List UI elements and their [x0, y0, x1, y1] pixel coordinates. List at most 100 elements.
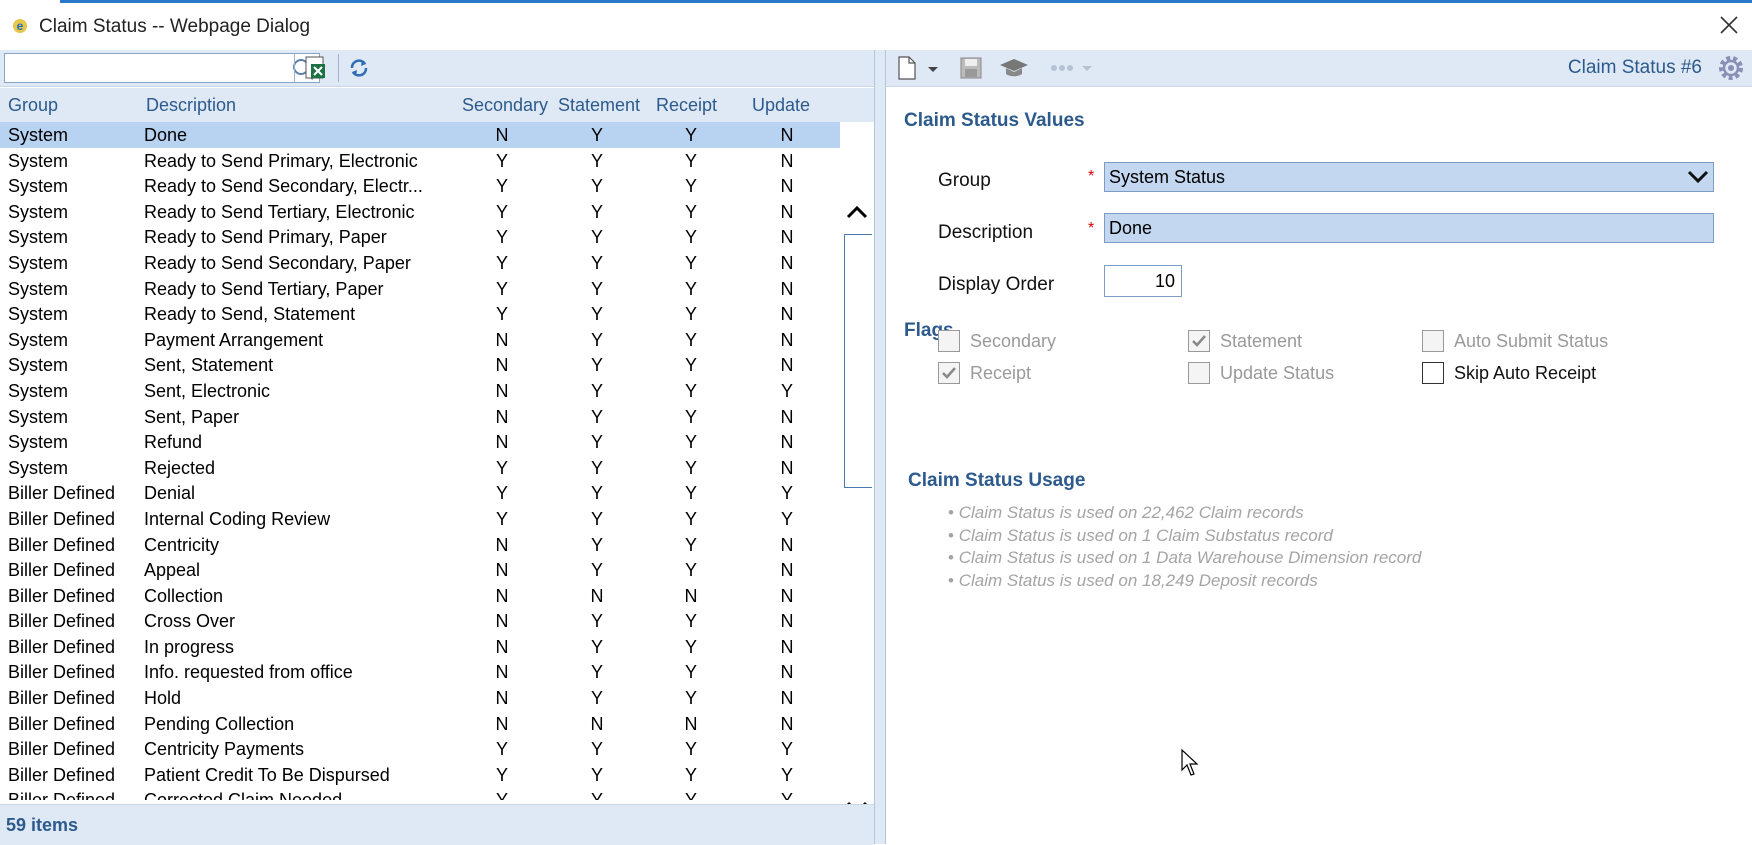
table-row[interactable]: Biller Defined Pending Collection N N N N	[0, 711, 840, 737]
row-receipt-cell: Y	[684, 739, 697, 760]
row-description-cell: Refund	[144, 432, 203, 453]
row-receipt-cell: Y	[684, 790, 698, 800]
table-row[interactable]: System Ready to Send Secondary, Paper Y Y Y N	[0, 250, 840, 276]
search-input[interactable]	[9, 55, 283, 83]
row-description-cell: Appeal	[144, 560, 201, 581]
table-row[interactable]: System Ready to Send Secondary, Electr...…	[0, 173, 840, 199]
values-section-header: Claim Status Values	[904, 110, 1085, 131]
row-description-cell: Ready to Send Secondary, Electr...	[144, 176, 423, 197]
table-row[interactable]: System Sent, Statement N Y Y N	[0, 352, 840, 378]
save-button[interactable]	[956, 54, 986, 82]
table-row[interactable]: Biller Defined Appeal N Y Y N	[0, 557, 840, 583]
row-secondary-cell: Y	[495, 739, 508, 760]
flag-checkbox[interactable]	[938, 362, 960, 384]
table-row[interactable]: System Ready to Send, Statement Y Y Y N	[0, 301, 840, 327]
table-row[interactable]: System Ready to Send Primary, Paper Y Y Y N	[0, 224, 840, 250]
table-row[interactable]: System Sent, Paper N Y Y N	[0, 404, 840, 430]
row-receipt-cell: Y	[684, 150, 697, 171]
row-receipt-cell: Y	[684, 688, 697, 709]
row-description-cell: Ready to Send Secondary, Paper	[144, 252, 411, 273]
row-statement-cell: N	[590, 713, 604, 734]
row-update-cell: Y	[780, 764, 793, 785]
flag-checkbox[interactable]	[1422, 330, 1444, 352]
table-row[interactable]: System Ready to Send Tertiary, Paper Y Y Y N	[0, 276, 840, 302]
row-statement-cell: Y	[590, 457, 603, 478]
description-field[interactable]	[1104, 213, 1714, 243]
row-statement-cell: Y	[590, 176, 603, 197]
table-row[interactable]: System Rejected Y Y Y N	[0, 455, 840, 481]
column-header-group[interactable]: Group	[8, 95, 58, 116]
column-header-secondary[interactable]: Secondary	[462, 95, 552, 116]
row-secondary-cell: Y	[495, 150, 508, 171]
row-group-cell: Biller Defined	[8, 739, 116, 760]
table-row[interactable]: Biller Defined Collection N N N N	[0, 583, 840, 609]
row-statement-cell: Y	[590, 534, 603, 555]
row-group-cell: Biller Defined	[8, 585, 116, 606]
row-description-cell: Sent, Paper	[144, 406, 240, 427]
export-excel-button[interactable]	[300, 54, 330, 82]
row-group-cell: System	[8, 432, 69, 453]
table-row[interactable]: Biller Defined Centricity Payments Y Y Y Y	[0, 736, 840, 762]
table-row[interactable]: System Done N Y Y N	[0, 122, 840, 148]
table-row[interactable]: Biller Defined Info. requested from offic…	[0, 659, 840, 685]
table-row[interactable]: Biller Defined Hold N Y Y N	[0, 685, 840, 711]
row-secondary-cell: N	[495, 636, 509, 657]
row-secondary-cell: Y	[495, 278, 508, 299]
export-excel-icon	[305, 56, 325, 79]
list-scrollbar[interactable]	[840, 122, 874, 822]
close-icon[interactable]	[1716, 12, 1742, 38]
flag-checkbox[interactable]	[1422, 362, 1444, 384]
row-receipt-cell: Y	[684, 329, 697, 350]
table-row[interactable]: Biller Defined Patient Credit To Be Dispu…	[0, 762, 840, 788]
display-order-field[interactable]	[1104, 265, 1182, 297]
item-count: 59 items	[6, 815, 79, 835]
row-update-cell: N	[780, 125, 794, 145]
refresh-button[interactable]	[344, 54, 374, 82]
pane-splitter[interactable]	[874, 50, 886, 844]
table-row[interactable]: Biller Defined Denial Y Y Y Y	[0, 480, 840, 506]
more-button[interactable]	[1048, 54, 1098, 82]
new-document-icon	[898, 56, 916, 80]
table-row[interactable]: System Ready to Send Tertiary, Electronic…	[0, 199, 840, 225]
row-secondary-cell: N	[495, 560, 509, 581]
search-box[interactable]	[4, 53, 320, 83]
row-description-cell: Payment Arrangement	[144, 329, 324, 350]
row-secondary-cell: N	[495, 406, 509, 427]
table-row[interactable]: Biller Defined Cross Over N Y Y N	[0, 608, 840, 634]
table-row[interactable]: System Ready to Send Primary, Electronic Y…	[0, 148, 840, 174]
row-group-cell: Biller Defined	[8, 713, 116, 734]
row-receipt-cell: Y	[684, 201, 697, 222]
claim-status-list: System Done N Y Y N System Ready to Send Primar…	[0, 122, 840, 800]
row-statement-cell: Y	[590, 483, 603, 504]
toolbar-separator	[294, 54, 295, 82]
column-header-update[interactable]: Update	[752, 95, 810, 116]
row-statement-cell: Y	[590, 790, 604, 800]
row-group-cell: System	[8, 380, 69, 401]
column-header-receipt[interactable]: Receipt	[656, 95, 717, 116]
mouse-cursor-icon	[1181, 748, 1199, 776]
group-select[interactable]: System Status	[1104, 162, 1714, 192]
new-button[interactable]	[894, 54, 944, 82]
flag-label: Skip Auto Receipt	[1454, 363, 1597, 383]
flag-checkbox[interactable]	[1188, 330, 1210, 352]
training-button[interactable]	[996, 54, 1032, 82]
table-row[interactable]: Biller Defined Centricity N Y Y N	[0, 532, 840, 558]
scrollbar-thumb[interactable]	[844, 234, 872, 488]
flag-checkbox[interactable]	[1188, 362, 1210, 384]
table-row[interactable]: System Payment Arrangement N Y Y N	[0, 327, 840, 353]
chevron-up-icon[interactable]	[844, 202, 870, 222]
gear-icon[interactable]	[1716, 53, 1746, 83]
column-header-description[interactable]: Description	[146, 95, 236, 116]
table-row[interactable]: Biller DefinedCorrected Claim Needed Y Y Y Y	[0, 787, 840, 800]
row-receipt-cell: Y	[684, 355, 697, 376]
flag-checkbox[interactable]	[938, 330, 960, 352]
row-description-cell: Collection	[144, 585, 224, 606]
table-row[interactable]: Biller Defined Internal Coding Review Y Y Y Y	[0, 506, 840, 532]
row-description-cell: Ready to Send Tertiary, Paper	[144, 278, 384, 299]
table-row[interactable]: Biller Defined In progress N Y Y N	[0, 634, 840, 660]
usage-section-header: Claim Status Usage	[908, 470, 1086, 491]
row-secondary-cell: Y	[495, 201, 508, 222]
column-header-statement[interactable]: Statement	[558, 95, 640, 116]
table-row[interactable]: System Sent, Electronic N Y Y Y	[0, 378, 840, 404]
table-row[interactable]: System Refund N Y Y N	[0, 429, 840, 455]
